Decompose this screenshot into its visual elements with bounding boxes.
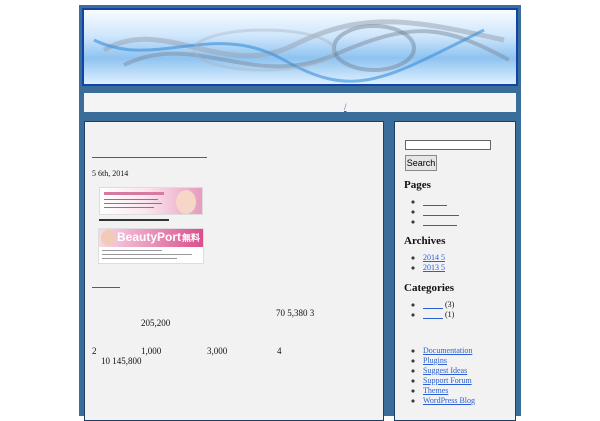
archives-heading: Archives: [404, 235, 446, 247]
list-item: (1): [423, 310, 454, 320]
list-item: WordPress Blog: [423, 396, 475, 406]
page-link[interactable]: [423, 217, 457, 226]
post-date: 5 6th, 2014: [92, 169, 129, 178]
screenshot-text-line: [102, 258, 177, 259]
screenshot-text-line: [102, 254, 192, 255]
list-item: 2014 5: [423, 253, 445, 263]
list-item: Plugins: [423, 356, 475, 366]
banner-model-photo: [176, 190, 196, 214]
post-screenshot-image[interactable]: BeautyPort 無料: [98, 228, 204, 264]
post-text-line: 10 145,800: [101, 356, 142, 366]
banner-headline-bar: [104, 192, 164, 195]
screenshot-model-photo: [101, 230, 115, 246]
screenshot-text-line: [102, 250, 162, 251]
pages-list: [404, 197, 459, 227]
post-title-link[interactable]: [92, 148, 207, 158]
category-count: (1): [445, 310, 455, 319]
category-link[interactable]: [423, 310, 443, 319]
list-item: Suggest Ideas: [423, 366, 475, 376]
categories-list: (3) (1): [404, 300, 454, 320]
post-text-line: 70 5,380 3: [276, 308, 315, 318]
categories-heading: Categories: [404, 282, 455, 294]
list-item: (3): [423, 300, 454, 310]
page-link[interactable]: [423, 207, 459, 216]
search-input[interactable]: [405, 140, 491, 150]
banner-text-line: [104, 199, 158, 200]
content-area: 5 6th, 2014 BeautyPort 無料 70 5,380 3 205…: [84, 121, 384, 421]
list-item: [423, 207, 459, 217]
list-item: [423, 217, 459, 227]
screenshot-badge: 無料: [181, 233, 200, 243]
nav-link-home[interactable]: [238, 98, 262, 107]
main-layout: 5 6th, 2014 BeautyPort 無料 70 5,380 3 205…: [79, 116, 521, 421]
caption-text-line: [99, 218, 169, 221]
archive-link[interactable]: 2013 5: [423, 263, 445, 273]
list-item: Documentation: [423, 346, 475, 356]
header-banner[interactable]: [82, 8, 518, 86]
archives-list: 2014 5 2013 5: [404, 253, 445, 273]
page-link[interactable]: [423, 197, 447, 206]
category-count: (3): [445, 300, 455, 309]
meta-link-suggest-ideas[interactable]: Suggest Ideas: [423, 366, 467, 376]
meta-link-documentation[interactable]: Documentation: [423, 346, 472, 356]
banner-text-line: [104, 203, 162, 204]
archive-link[interactable]: 2014 5: [423, 253, 445, 263]
post-text-line: 2: [92, 346, 97, 356]
post-text-line: 4: [277, 346, 282, 356]
banner-text-line: [104, 207, 154, 208]
post-text-line: 3,000: [207, 346, 228, 356]
meta-link-themes[interactable]: Themes: [423, 386, 448, 396]
list-item: Themes: [423, 386, 475, 396]
meta-links-list: Documentation Plugins Suggest Ideas Supp…: [404, 346, 475, 406]
meta-link-plugins[interactable]: Plugins: [423, 356, 447, 366]
list-item: 2013 5: [423, 263, 445, 273]
nav-bar: /: [79, 89, 521, 116]
sidebar: Search Pages Archives 2014 5 2013 5 Cate…: [394, 121, 516, 421]
header-swirl-graphic: [93, 19, 510, 83]
post-text-line: 205,200: [141, 318, 171, 328]
post-text-line: 1,000: [141, 346, 162, 356]
post-banner-image[interactable]: [99, 187, 203, 215]
site-header: [79, 5, 521, 89]
list-item: [423, 197, 459, 207]
nav-bar-inner: /: [84, 93, 516, 112]
screenshot-brand: BeautyPort: [117, 230, 182, 244]
category-link[interactable]: [423, 300, 443, 309]
post-image-caption: [99, 218, 169, 223]
nav-link-page-2[interactable]: /: [328, 98, 362, 112]
list-item: Support Forum: [423, 376, 475, 386]
meta-link-wordpress-blog[interactable]: WordPress Blog: [423, 396, 475, 406]
read-more-link[interactable]: [92, 279, 120, 288]
nav-link-page[interactable]: [278, 98, 312, 107]
meta-link-support-forum[interactable]: Support Forum: [423, 376, 472, 386]
pages-heading: Pages: [404, 179, 431, 191]
search-button[interactable]: Search: [405, 155, 437, 171]
